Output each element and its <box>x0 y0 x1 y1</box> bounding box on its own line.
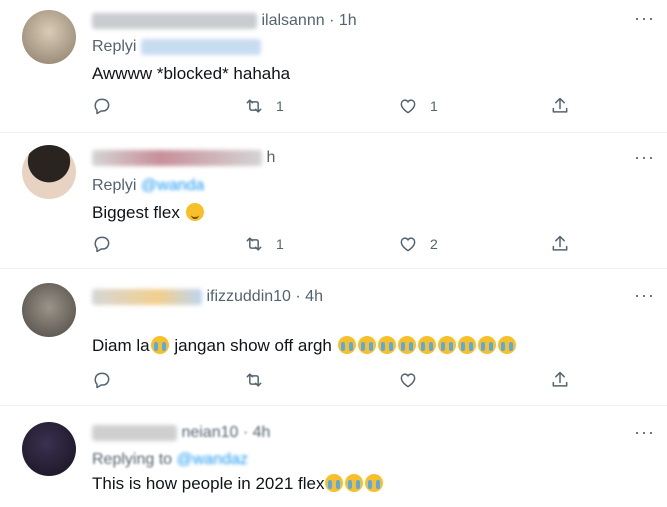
crying-face-icon <box>437 336 456 354</box>
blurred-username <box>92 424 177 441</box>
share-icon <box>552 97 568 113</box>
tweet-actions: 1 2 <box>92 234 582 258</box>
replying-to: Replyi @wanda <box>92 177 205 194</box>
blurred-username <box>92 12 257 29</box>
like-icon <box>400 99 416 114</box>
timestamp[interactable]: · 4h <box>295 288 323 305</box>
avatar[interactable] <box>22 422 76 476</box>
like-button[interactable]: 2 <box>398 234 438 254</box>
more-icon[interactable]: ··· <box>634 147 655 168</box>
crying-face-icon <box>357 336 376 354</box>
relieved-face-icon <box>185 203 204 221</box>
avatar[interactable] <box>22 10 76 64</box>
replying-to: Replyi <box>92 38 261 56</box>
tweet-text: This is how people in 2021 flex <box>92 474 384 494</box>
retweet-button[interactable]: 1 <box>244 96 284 116</box>
like-button[interactable] <box>398 370 418 390</box>
reply-icon <box>94 372 110 389</box>
retweet-icon <box>246 99 262 113</box>
retweet-button[interactable]: 1 <box>244 234 284 254</box>
replying-to: Replying to @wandaz <box>92 451 248 468</box>
share-button[interactable] <box>550 370 570 390</box>
crying-face-icon <box>417 336 436 354</box>
crying-face-icon <box>345 474 364 492</box>
more-icon[interactable]: ··· <box>634 8 655 29</box>
like-button[interactable]: 1 <box>398 96 438 116</box>
avatar[interactable] <box>22 283 76 337</box>
share-button[interactable] <box>550 96 570 116</box>
crying-face-icon <box>150 336 169 354</box>
blurred-handle <box>140 38 261 55</box>
crying-face-icon <box>497 336 516 354</box>
tweet-actions: 1 1 <box>92 96 582 120</box>
tweet-header: h <box>92 149 275 167</box>
crying-face-icon <box>397 336 416 354</box>
retweet-button[interactable] <box>244 370 264 390</box>
crying-face-icon <box>337 336 356 354</box>
timestamp[interactable]: · 1h <box>329 12 357 29</box>
username[interactable]: neian10 <box>181 424 238 441</box>
crying-face-icon <box>477 336 496 354</box>
crying-face-icon <box>457 336 476 354</box>
share-button[interactable] <box>550 234 570 254</box>
tweet-2[interactable]: h Replyi @wanda Biggest flex ··· 1 2 <box>0 133 667 269</box>
tweet-actions <box>92 370 582 394</box>
tweet-1[interactable]: ilalsannn · 1h Replyi Awwww *blocked* ha… <box>0 0 667 133</box>
tweet-header: ilalsannn · 1h <box>92 12 357 30</box>
share-icon <box>552 235 568 251</box>
blurred-username <box>92 149 262 166</box>
retweet-icon <box>246 373 262 387</box>
reply-button[interactable] <box>92 96 124 116</box>
crying-face-icon <box>365 474 384 492</box>
username[interactable]: ifizzuddin10 <box>206 288 291 305</box>
tweet-text: Awwww *blocked* hahaha <box>92 64 291 83</box>
tweet-text: Diam la jangan show off argh <box>92 336 517 356</box>
share-icon <box>552 371 568 387</box>
avatar[interactable] <box>22 145 76 199</box>
tweet-header: neian10 · 4h <box>92 424 270 442</box>
username[interactable]: h <box>266 149 275 166</box>
more-icon[interactable]: ··· <box>634 285 655 306</box>
tweet-3[interactable]: ifizzuddin10 · 4h Diam la jangan show of… <box>0 269 667 406</box>
more-icon[interactable]: ··· <box>634 422 655 443</box>
reply-button[interactable] <box>92 370 112 390</box>
reply-icon <box>94 236 110 253</box>
crying-face-icon <box>377 336 396 354</box>
username[interactable]: ilalsannn <box>261 12 324 29</box>
reply-icon <box>94 98 110 115</box>
tweet-text: Biggest flex <box>92 203 205 223</box>
tweet-4[interactable]: neian10 · 4h Replying to @wandaz This is… <box>0 406 667 507</box>
timestamp[interactable]: · 4h <box>243 424 271 441</box>
retweet-icon <box>246 237 262 251</box>
like-icon <box>400 373 416 388</box>
reply-button[interactable] <box>92 234 124 254</box>
blurred-username <box>92 288 202 305</box>
tweet-header: ifizzuddin10 · 4h <box>92 288 323 306</box>
crying-face-icon <box>325 474 344 492</box>
like-icon <box>400 237 416 252</box>
